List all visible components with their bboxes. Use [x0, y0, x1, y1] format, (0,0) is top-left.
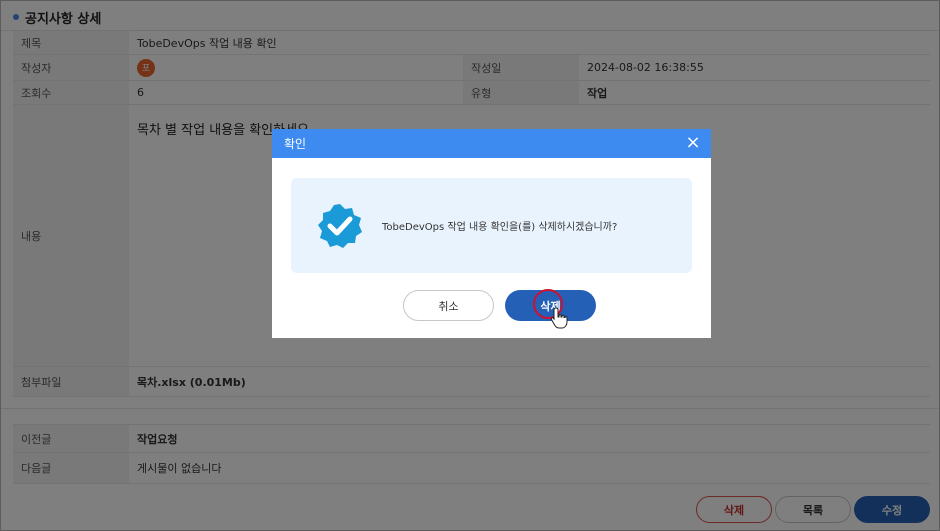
dialog-message: TobeDevOps 작업 내용 확인을(를) 삭제하시겠습니까? — [382, 222, 618, 233]
dialog-title: 확인 — [284, 137, 307, 151]
cancel-button[interactable]: 취소 — [403, 290, 494, 321]
dialog-message-box: TobeDevOps 작업 내용 확인을(를) 삭제하시겠습니까? — [291, 178, 692, 273]
verified-check-icon — [318, 203, 362, 248]
dialog-header: 확인 × — [272, 129, 711, 158]
close-icon[interactable]: × — [684, 134, 702, 152]
confirm-dialog: 확인 × TobeDevOps 작업 내용 확인을(를) 삭제하시겠습니까? 취… — [272, 129, 711, 338]
hand-cursor-icon — [550, 307, 568, 329]
